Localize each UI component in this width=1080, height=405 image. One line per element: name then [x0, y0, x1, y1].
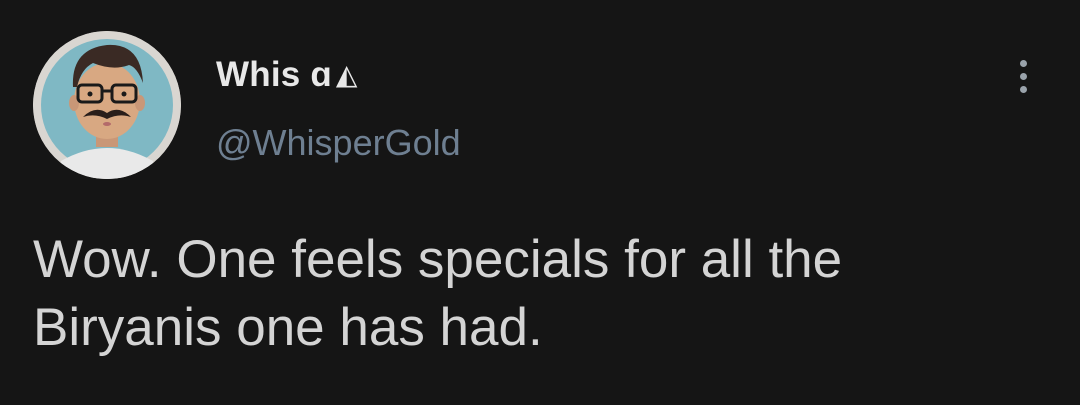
cartoon-man-avatar-icon	[33, 31, 181, 179]
avatar[interactable]	[33, 31, 181, 179]
display-name-text: Whis ɑ	[216, 55, 332, 94]
more-options-button[interactable]	[1006, 56, 1042, 96]
name-suffix-symbol: ◭	[335, 59, 358, 90]
display-name[interactable]: Whis ɑ ◭	[216, 55, 358, 95]
tweet-card: Whis ɑ ◭ @WhisperGold Wow. One feels spec…	[0, 0, 1080, 405]
tweet-text-line-2: Biryanis one has had.	[33, 298, 543, 357]
tweet-text-line-1: Wow. One feels specials for all the	[33, 230, 843, 289]
tweet-text: Wow. One feels specials for all the Biry…	[33, 226, 1053, 362]
user-handle[interactable]: @WhisperGold	[216, 122, 461, 164]
